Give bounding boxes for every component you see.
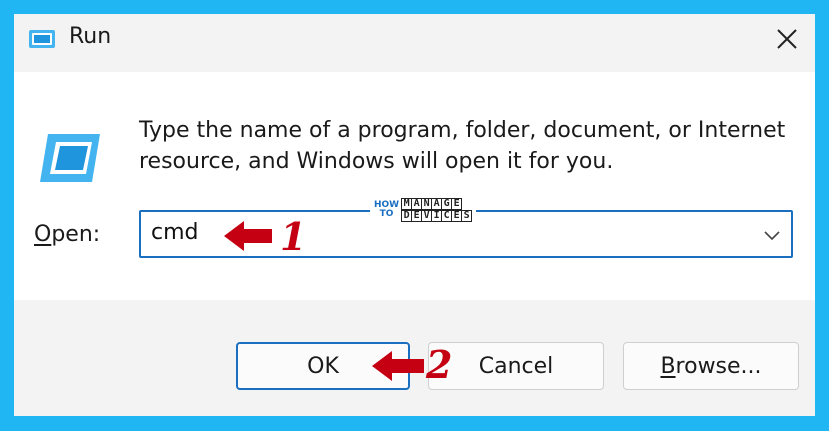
browse-button[interactable]: Browse... — [623, 342, 799, 390]
window-title: Run — [69, 24, 112, 49]
watermark-letter: E — [451, 198, 463, 210]
run-large-icon — [40, 134, 100, 182]
annotation-number-1: 1 — [280, 214, 307, 259]
annotation-arrow-1 — [224, 221, 272, 251]
browse-accelerator: B — [660, 353, 676, 379]
dialog-description: Type the name of a program, folder, docu… — [139, 118, 786, 174]
run-app-icon — [29, 30, 55, 48]
close-button[interactable] — [772, 24, 802, 54]
dialog-body: Type the name of a program, folder, docu… — [14, 72, 815, 300]
open-label-text: pen: — [51, 222, 101, 247]
chevron-down-icon[interactable] — [761, 224, 783, 246]
watermark-letter: S — [461, 210, 473, 222]
title-bar[interactable]: Run — [14, 14, 815, 72]
watermark-manage-devices: MANAGE DEVICES — [401, 198, 473, 222]
open-input[interactable]: cmd — [151, 220, 199, 245]
watermark-how-to: HOW TO — [374, 200, 400, 219]
open-label-accelerator: O — [34, 222, 52, 247]
cancel-button[interactable]: Cancel — [428, 342, 604, 390]
annotation-arrow-2 — [372, 351, 424, 381]
open-label: Open: — [34, 222, 100, 247]
browse-label: rowse... — [675, 353, 762, 379]
annotation-number-2: 2 — [426, 342, 453, 387]
dialog-footer: OK Cancel Browse... 2 — [14, 300, 815, 416]
run-dialog: Run Type the name of a program, folder, … — [14, 14, 815, 416]
watermark-logo: HOW TO MANAGE DEVICES — [370, 196, 477, 224]
close-icon — [777, 29, 797, 49]
